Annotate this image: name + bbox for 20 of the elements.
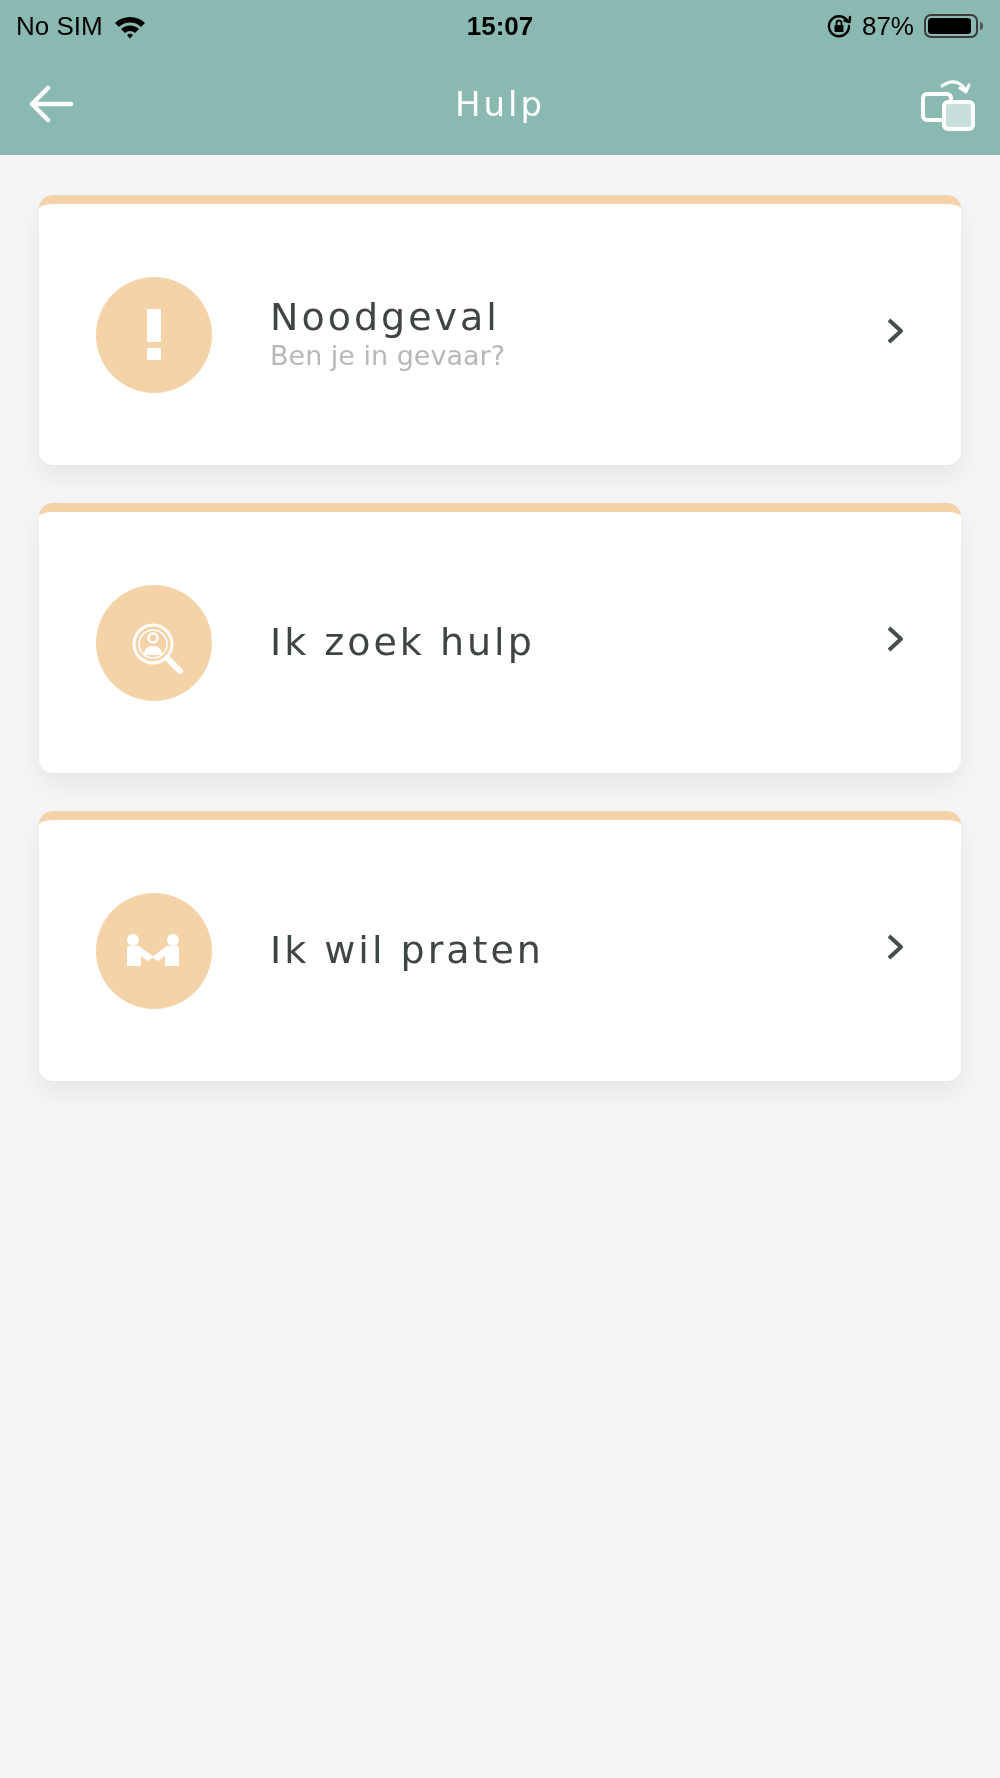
carrier-label: No SIM	[16, 13, 103, 39]
handshake-icon	[96, 892, 212, 1009]
card-title: Ik wil praten	[270, 928, 545, 973]
back-arrow-icon[interactable]	[28, 84, 74, 123]
help-option-card[interactable]: Ik wil praten	[39, 811, 961, 1081]
help-option-card[interactable]: Noodgeval Ben je in gevaar?	[39, 195, 961, 465]
chevron-right-icon	[886, 932, 904, 961]
status-time: 15:07	[466, 13, 534, 39]
rotation-lock-icon	[825, 13, 852, 39]
card-title: Noodgeval	[270, 295, 501, 340]
battery-percentage: 87%	[861, 13, 914, 39]
chevron-right-icon	[886, 624, 904, 653]
help-option-card[interactable]: Ik zoek hulp	[39, 503, 961, 773]
battery-icon	[924, 14, 984, 38]
person-search-icon	[96, 584, 212, 701]
card-title: Ik zoek hulp	[270, 620, 536, 665]
exclamation-icon	[96, 276, 212, 393]
card-subtitle: Ben je in gevaar?	[270, 339, 506, 374]
chevron-right-icon	[886, 316, 904, 345]
page-title: Hulp	[454, 86, 546, 121]
